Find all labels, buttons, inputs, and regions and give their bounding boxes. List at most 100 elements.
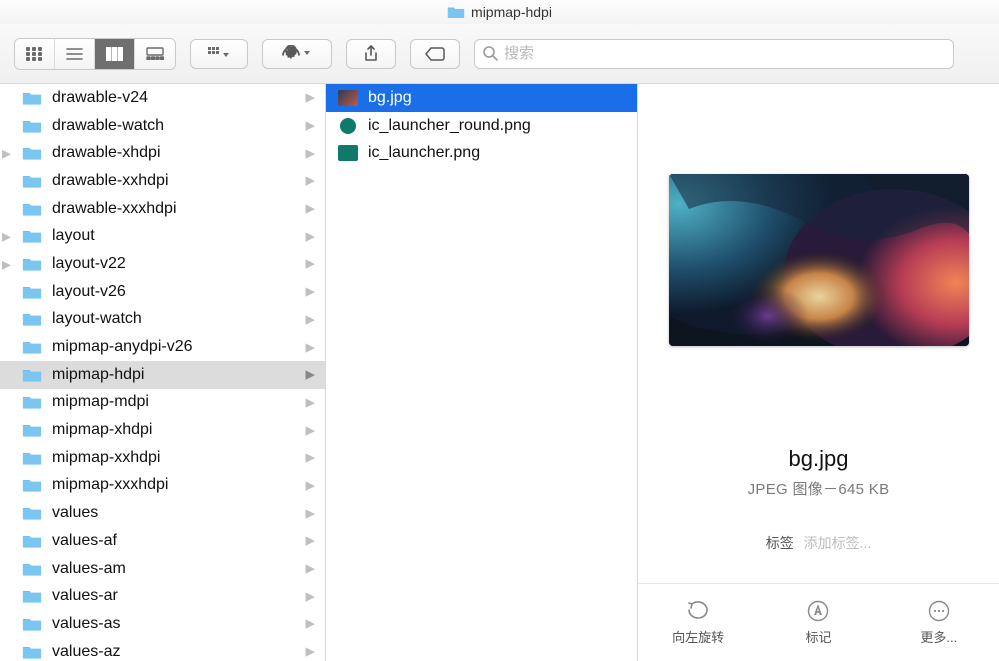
view-columns-button[interactable]	[95, 39, 135, 69]
folder-label: drawable-xxhdpi	[52, 172, 169, 190]
folder-icon	[22, 145, 42, 161]
folder-row[interactable]: values-az ▸	[0, 638, 325, 661]
folder-row[interactable]: mipmap-anydpi-v26▸	[0, 333, 325, 361]
folder-row[interactable]: drawable-xxhdpi ▸	[0, 167, 325, 195]
folder-label: mipmap-xxxhdpi	[52, 476, 168, 494]
folder-icon	[22, 367, 42, 383]
tags-button[interactable]	[410, 39, 460, 69]
group-by-button[interactable]	[190, 39, 248, 69]
chevron-right-icon: ▸	[305, 421, 315, 440]
chevron-right-icon: ▸	[305, 282, 315, 301]
folder-row[interactable]: values-af▸	[0, 527, 325, 555]
folder-row[interactable]: values ▸	[0, 499, 325, 527]
folder-icon	[22, 256, 42, 272]
folder-row[interactable]: drawable-xxxhdpi ▸	[0, 195, 325, 223]
preview-thumbnail[interactable]	[669, 174, 969, 346]
folder-icon	[22, 561, 42, 577]
add-tags-placeholder[interactable]: 添加标签...	[804, 535, 872, 551]
folder-label: values	[52, 504, 98, 522]
file-label: ic_launcher.png	[368, 144, 480, 162]
chevron-right-icon: ▸	[305, 199, 315, 218]
folder-column[interactable]: drawable-v24▸drawable-watch▸▸drawable-xh…	[0, 84, 326, 661]
folder-icon	[22, 284, 42, 300]
folder-icon	[447, 5, 465, 19]
chevron-right-icon: ▸	[305, 171, 315, 190]
folder-label: values-ar	[52, 587, 118, 605]
folder-row[interactable]: ▸ layout ▸	[0, 222, 325, 250]
folder-row[interactable]: values-am▸	[0, 555, 325, 583]
preview-pane: bg.jpg JPEG 图像－645 KB 标签 添加标签...	[638, 84, 999, 583]
folder-row[interactable]: layout-watch▸	[0, 306, 325, 334]
toolbar	[0, 24, 999, 84]
view-list-button[interactable]	[55, 39, 95, 69]
folder-icon	[22, 477, 42, 493]
folder-icon	[22, 311, 42, 327]
folder-row[interactable]: mipmap-xxxhdpi ▸	[0, 472, 325, 500]
folder-row[interactable]: ▸drawable-xhdpi▸	[0, 139, 325, 167]
view-gallery-button[interactable]	[135, 39, 175, 69]
folder-label: drawable-watch	[52, 117, 164, 135]
folder-row[interactable]: mipmap-hdpi ▸	[0, 361, 325, 389]
more-icon	[927, 599, 951, 623]
folder-icon	[22, 90, 42, 106]
tags-label: 标签	[766, 535, 794, 551]
action-menu-button[interactable]	[262, 39, 332, 69]
chevron-right-icon: ▸	[305, 504, 315, 523]
folder-label: values-az	[52, 643, 120, 661]
chevron-right-icon: ▸	[305, 116, 315, 135]
folder-label: layout	[52, 227, 95, 245]
png-file-icon	[338, 145, 358, 161]
folder-label: mipmap-xhdpi	[52, 421, 152, 439]
folder-label: drawable-v24	[52, 89, 148, 107]
view-icons-button[interactable]	[15, 39, 55, 69]
rotate-left-button[interactable]: 向左旋转	[638, 584, 758, 661]
folder-label: layout-v22	[52, 255, 126, 273]
folder-label: mipmap-hdpi	[52, 366, 144, 384]
chevron-right-icon: ▸	[305, 227, 315, 246]
folder-row[interactable]: values-as▸	[0, 610, 325, 638]
folder-row[interactable]: mipmap-mdpi▸	[0, 389, 325, 417]
chevron-right-icon: ▸	[2, 227, 11, 245]
folder-icon	[22, 228, 42, 244]
folder-row[interactable]: layout-v26▸	[0, 278, 325, 306]
folder-row[interactable]: mipmap-xhdpi ▸	[0, 416, 325, 444]
file-row[interactable]: bg.jpg	[326, 84, 637, 112]
chevron-right-icon: ▸	[305, 88, 315, 107]
markup-button[interactable]: 标记	[758, 584, 878, 661]
folder-icon	[22, 588, 42, 604]
image-file-icon	[338, 90, 358, 106]
folder-icon	[22, 422, 42, 438]
chevron-right-icon: ▸	[305, 310, 315, 329]
search-input[interactable]	[498, 45, 945, 62]
folder-icon	[22, 450, 42, 466]
folder-row[interactable]: ▸layout-v22▸	[0, 250, 325, 278]
tags-section[interactable]: 标签 添加标签...	[766, 533, 872, 553]
folder-icon	[22, 118, 42, 134]
file-row[interactable]: ic_launcher_round.png	[326, 112, 637, 140]
folder-icon	[22, 616, 42, 632]
window-titlebar: mipmap-hdpi	[0, 0, 999, 24]
chevron-right-icon: ▸	[305, 587, 315, 606]
file-label: ic_launcher_round.png	[368, 117, 531, 135]
more-actions-button[interactable]: 更多...	[879, 584, 999, 661]
folder-label: values-am	[52, 560, 126, 578]
folder-label: mipmap-xxhdpi	[52, 449, 160, 467]
preview-column: bg.jpg JPEG 图像－645 KB 标签 添加标签... 向左旋转 标记	[638, 84, 999, 661]
folder-row[interactable]: drawable-v24 ▸	[0, 84, 325, 112]
chevron-right-icon: ▸	[305, 476, 315, 495]
file-row[interactable]: ic_launcher.png	[326, 139, 637, 167]
chevron-right-icon: ▸	[305, 448, 315, 467]
share-button[interactable]	[346, 39, 396, 69]
folder-row[interactable]: mipmap-xxhdpi ▸	[0, 444, 325, 472]
search-field[interactable]	[474, 39, 954, 69]
folder-icon	[22, 173, 42, 189]
chevron-right-icon: ▸	[305, 642, 315, 661]
window-title: mipmap-hdpi	[471, 4, 552, 20]
folder-row[interactable]: drawable-watch ▸	[0, 112, 325, 140]
file-column[interactable]: bg.jpg ic_launcher_round.png ic_launcher.p…	[326, 84, 638, 661]
chevron-right-icon: ▸	[2, 255, 11, 273]
folder-row[interactable]: values-ar ▸	[0, 582, 325, 610]
folder-label: drawable-xhdpi	[52, 144, 161, 162]
folder-label: drawable-xxxhdpi	[52, 200, 177, 218]
chevron-right-icon: ▸	[305, 365, 315, 384]
